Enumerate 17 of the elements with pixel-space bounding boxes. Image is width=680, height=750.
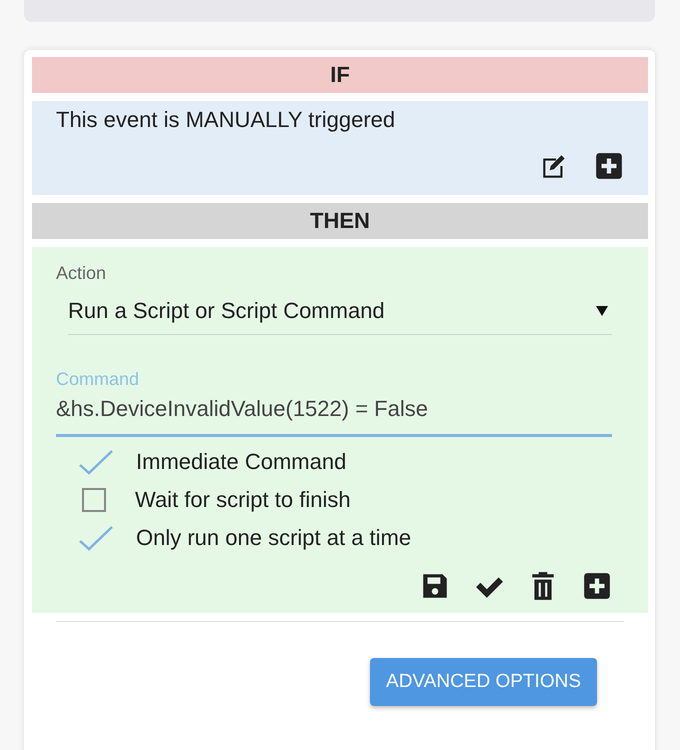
option-label: Wait for script to finish [135,487,351,513]
checkmark-icon[interactable] [78,447,114,477]
option-label: Only run one script at a time [136,525,412,551]
command-field[interactable]: &hs.DeviceInvalidValue(1522) = False [56,390,612,437]
section-heading: IF [32,57,648,93]
save-icon[interactable] [420,571,450,601]
caret-icon [596,306,608,316]
field-label: Command [56,369,140,390]
action-dropdown[interactable]: Run a Script or Script Command [68,292,612,335]
add-icon[interactable] [594,151,624,181]
field-label: Action [56,263,108,284]
checkbox[interactable] [82,488,106,512]
checkmark-icon[interactable] [78,523,114,553]
option-label: Immediate Command [136,449,346,475]
add-icon[interactable] [582,571,612,601]
section-heading: THEN [32,203,648,239]
condition-text: This event is MANUALLY triggered [56,107,396,133]
